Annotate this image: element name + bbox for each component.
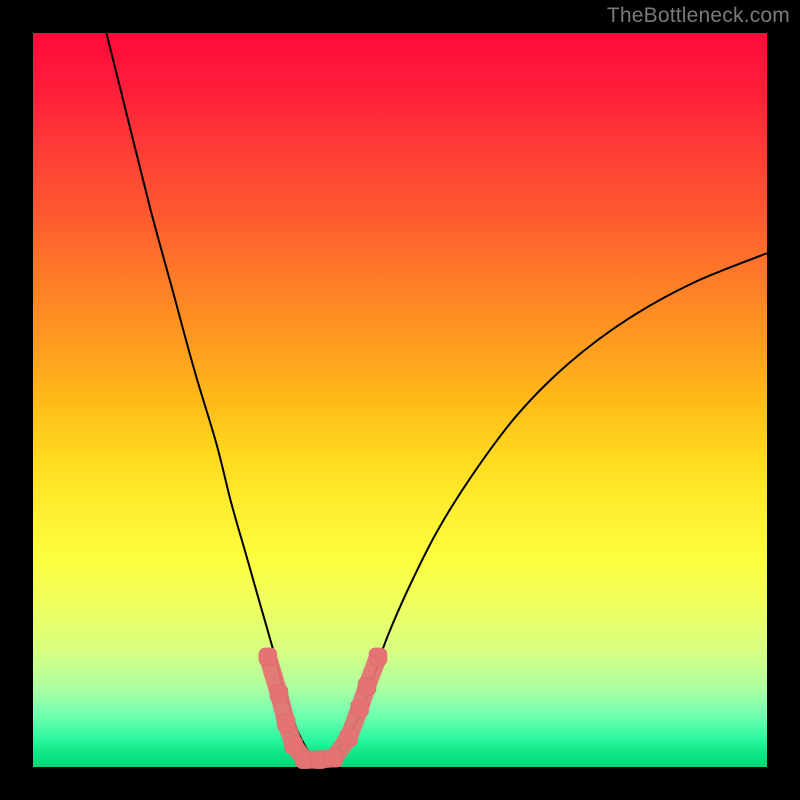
watermark-text: TheBottleneck.com — [607, 4, 790, 28]
marker-point — [277, 714, 295, 732]
bottleneck-curve — [106, 33, 767, 760]
marker-point — [270, 685, 288, 703]
plot-area — [33, 33, 767, 767]
marker-point — [351, 699, 369, 717]
marker-point — [340, 729, 358, 747]
marker-point — [369, 648, 387, 666]
marker-point — [259, 648, 277, 666]
highlight-markers — [259, 648, 387, 769]
chart-frame: TheBottleneck.com — [0, 0, 800, 800]
plot-svg — [33, 33, 767, 767]
marker-point — [325, 749, 343, 767]
marker-point — [358, 677, 376, 695]
